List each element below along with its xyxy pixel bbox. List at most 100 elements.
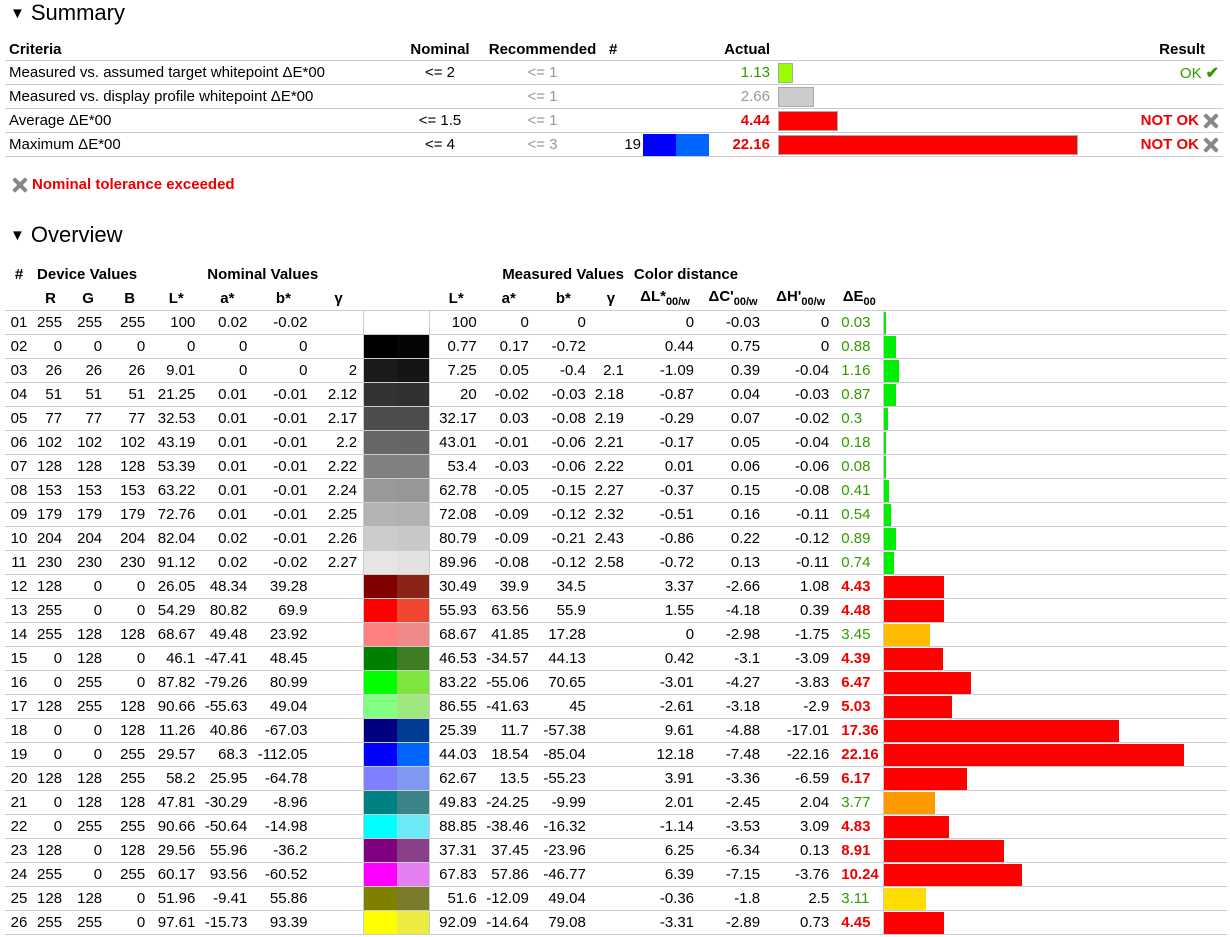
measured-b: 34.5 — [556, 578, 586, 595]
row-number: 26 — [10, 914, 28, 931]
nominal-b: 0 — [299, 338, 308, 355]
nominal-l: 53.39 — [157, 458, 196, 475]
delta-e-bar-cell — [882, 910, 1227, 935]
device-r: 153 — [37, 482, 63, 499]
measured-b: -0.03 — [551, 386, 586, 403]
measured-l: 25.39 — [439, 722, 477, 739]
actual-cell: 1.13 — [740, 64, 770, 81]
swatch-cell — [643, 61, 710, 85]
delta-e-bar-cell — [882, 406, 1227, 431]
warning-text: Nominal tolerance exceeded — [32, 176, 235, 193]
measured-gamma — [592, 719, 630, 743]
nominal-b: -0.02 — [273, 554, 308, 571]
row-number: 03 — [10, 362, 28, 379]
summary-section-title[interactable]: ▼ Summary — [10, 0, 125, 26]
device-r: 230 — [37, 554, 63, 571]
delta-h: -3.83 — [795, 674, 830, 691]
nominal-color-swatch — [363, 502, 397, 527]
nominal-l: 90.66 — [157, 818, 196, 835]
measured-b: -16.32 — [543, 818, 586, 835]
nominal-b: 93.39 — [269, 914, 308, 931]
delta-c: -3.18 — [725, 698, 761, 715]
delta-e: 4.83 — [841, 818, 871, 835]
delta-c: -3.53 — [725, 818, 761, 835]
nominal-b: 80.99 — [269, 674, 308, 691]
device-b: 0 — [136, 674, 146, 691]
overview-row: 19 0 0 255 29.57 68.3 -112.05 44.03 18.54 -85.04 1… — [5, 742, 1227, 767]
nominal-gamma — [313, 695, 363, 719]
nominal-gamma — [313, 863, 363, 887]
delta-e-bar-cell — [882, 334, 1227, 359]
nominal-a: -47.41 — [204, 650, 248, 667]
summary-row: Measured vs. assumed target whitepoint Δ… — [5, 60, 1223, 85]
delta-e-bar — [884, 431, 887, 454]
nominal-l: 87.82 — [157, 674, 196, 691]
nominal-l: 11.26 — [158, 722, 196, 739]
measured-b: 55.9 — [556, 602, 586, 619]
device-r: 128 — [37, 890, 63, 907]
device-b: 0 — [136, 650, 146, 667]
nominal-a: 25.95 — [209, 770, 248, 787]
device-g: 0 — [93, 746, 103, 763]
row-number: 23 — [10, 842, 28, 859]
delta-l: -0.87 — [659, 386, 695, 403]
actual-cell: 2.66 — [740, 88, 770, 105]
device-g: 128 — [77, 650, 103, 667]
delta-e-bar-cell — [882, 862, 1227, 887]
device-g: 0 — [93, 722, 103, 739]
delta-h: -0.04 — [795, 362, 830, 379]
nominal-l: 26.05 — [157, 578, 196, 595]
nominal-a: 0 — [239, 338, 248, 355]
device-b: 128 — [120, 722, 146, 739]
overview-row: 10 204 204 204 82.04 0.02 -0.01 2.26 80.79 -0.09 -… — [5, 526, 1227, 551]
delta-e-bar-cell — [882, 382, 1227, 407]
delta-l: -1.14 — [659, 818, 695, 835]
overview-row: 24 255 0 255 60.17 93.56 -60.52 67.83 57.86 -46.7… — [5, 862, 1227, 887]
measured-a: -0.09 — [494, 530, 529, 547]
overview-title-text: Overview — [30, 222, 123, 247]
measured-b: -0.08 — [551, 410, 586, 427]
collapse-triangle-icon[interactable]: ▼ — [10, 5, 25, 22]
delta-e-bar — [884, 791, 935, 814]
nominal-gamma: 2.12 — [327, 386, 358, 403]
delta-e: 22.16 — [841, 746, 879, 763]
delta-e-bar-cell — [882, 310, 1227, 335]
delta-c: -4.88 — [725, 722, 761, 739]
nominal-color-swatch — [363, 598, 397, 623]
delta-e-bar — [884, 887, 926, 910]
device-r: 128 — [37, 770, 63, 787]
col-measured-a: a* — [501, 289, 516, 307]
device-g: 0 — [93, 578, 103, 595]
delta-e-bar-cell — [882, 358, 1227, 383]
nominal-color-swatch — [363, 406, 397, 431]
overview-section-title[interactable]: ▼ Overview — [10, 222, 123, 248]
delta-c: -7.48 — [725, 746, 761, 763]
criteria-cell: Measured vs. display profile whitepoint … — [9, 88, 314, 105]
overview-row: 16 0 255 0 87.82 -79.26 80.99 83.22 -55.06 70.65 -… — [5, 670, 1227, 695]
nominal-color-swatch — [363, 718, 397, 743]
delta-l: -0.37 — [659, 482, 695, 499]
overview-row: 11 230 230 230 91.12 0.02 -0.02 2.27 89.96 -0.08 -… — [5, 550, 1227, 575]
nominal-a: 48.34 — [209, 578, 248, 595]
result-header: Result — [1159, 40, 1205, 58]
device-b: 128 — [120, 842, 146, 859]
measured-a: -12.09 — [486, 890, 529, 907]
device-g: 102 — [77, 434, 103, 451]
nominal-b: -0.02 — [273, 314, 308, 331]
overview-row: 07 128 128 128 53.39 0.01 -0.01 2.22 53.4 -0.03 -0… — [5, 454, 1227, 479]
nominal-l: 9.01 — [166, 362, 196, 379]
col-measured-l: L* — [448, 289, 464, 307]
row-number: 25 — [10, 890, 28, 907]
delta-e-bar — [884, 407, 888, 430]
delta-e: 3.77 — [841, 794, 871, 811]
measured-a: -0.09 — [494, 506, 529, 523]
measured-color-swatch — [396, 862, 431, 887]
nominal-l: 58.2 — [166, 770, 196, 787]
collapse-triangle-icon[interactable]: ▼ — [10, 227, 25, 244]
recommended-header: Recommended — [488, 40, 597, 58]
count-cell — [605, 61, 643, 85]
delta-e-bar — [884, 671, 972, 694]
delta-c: 0.06 — [730, 458, 761, 475]
overview-row: 03 26 26 26 9.01 0 0 2 7.25 0.05 -0.4 2.1 -1.09 0.39 -… — [5, 358, 1227, 383]
measured-color-swatch — [396, 454, 431, 479]
